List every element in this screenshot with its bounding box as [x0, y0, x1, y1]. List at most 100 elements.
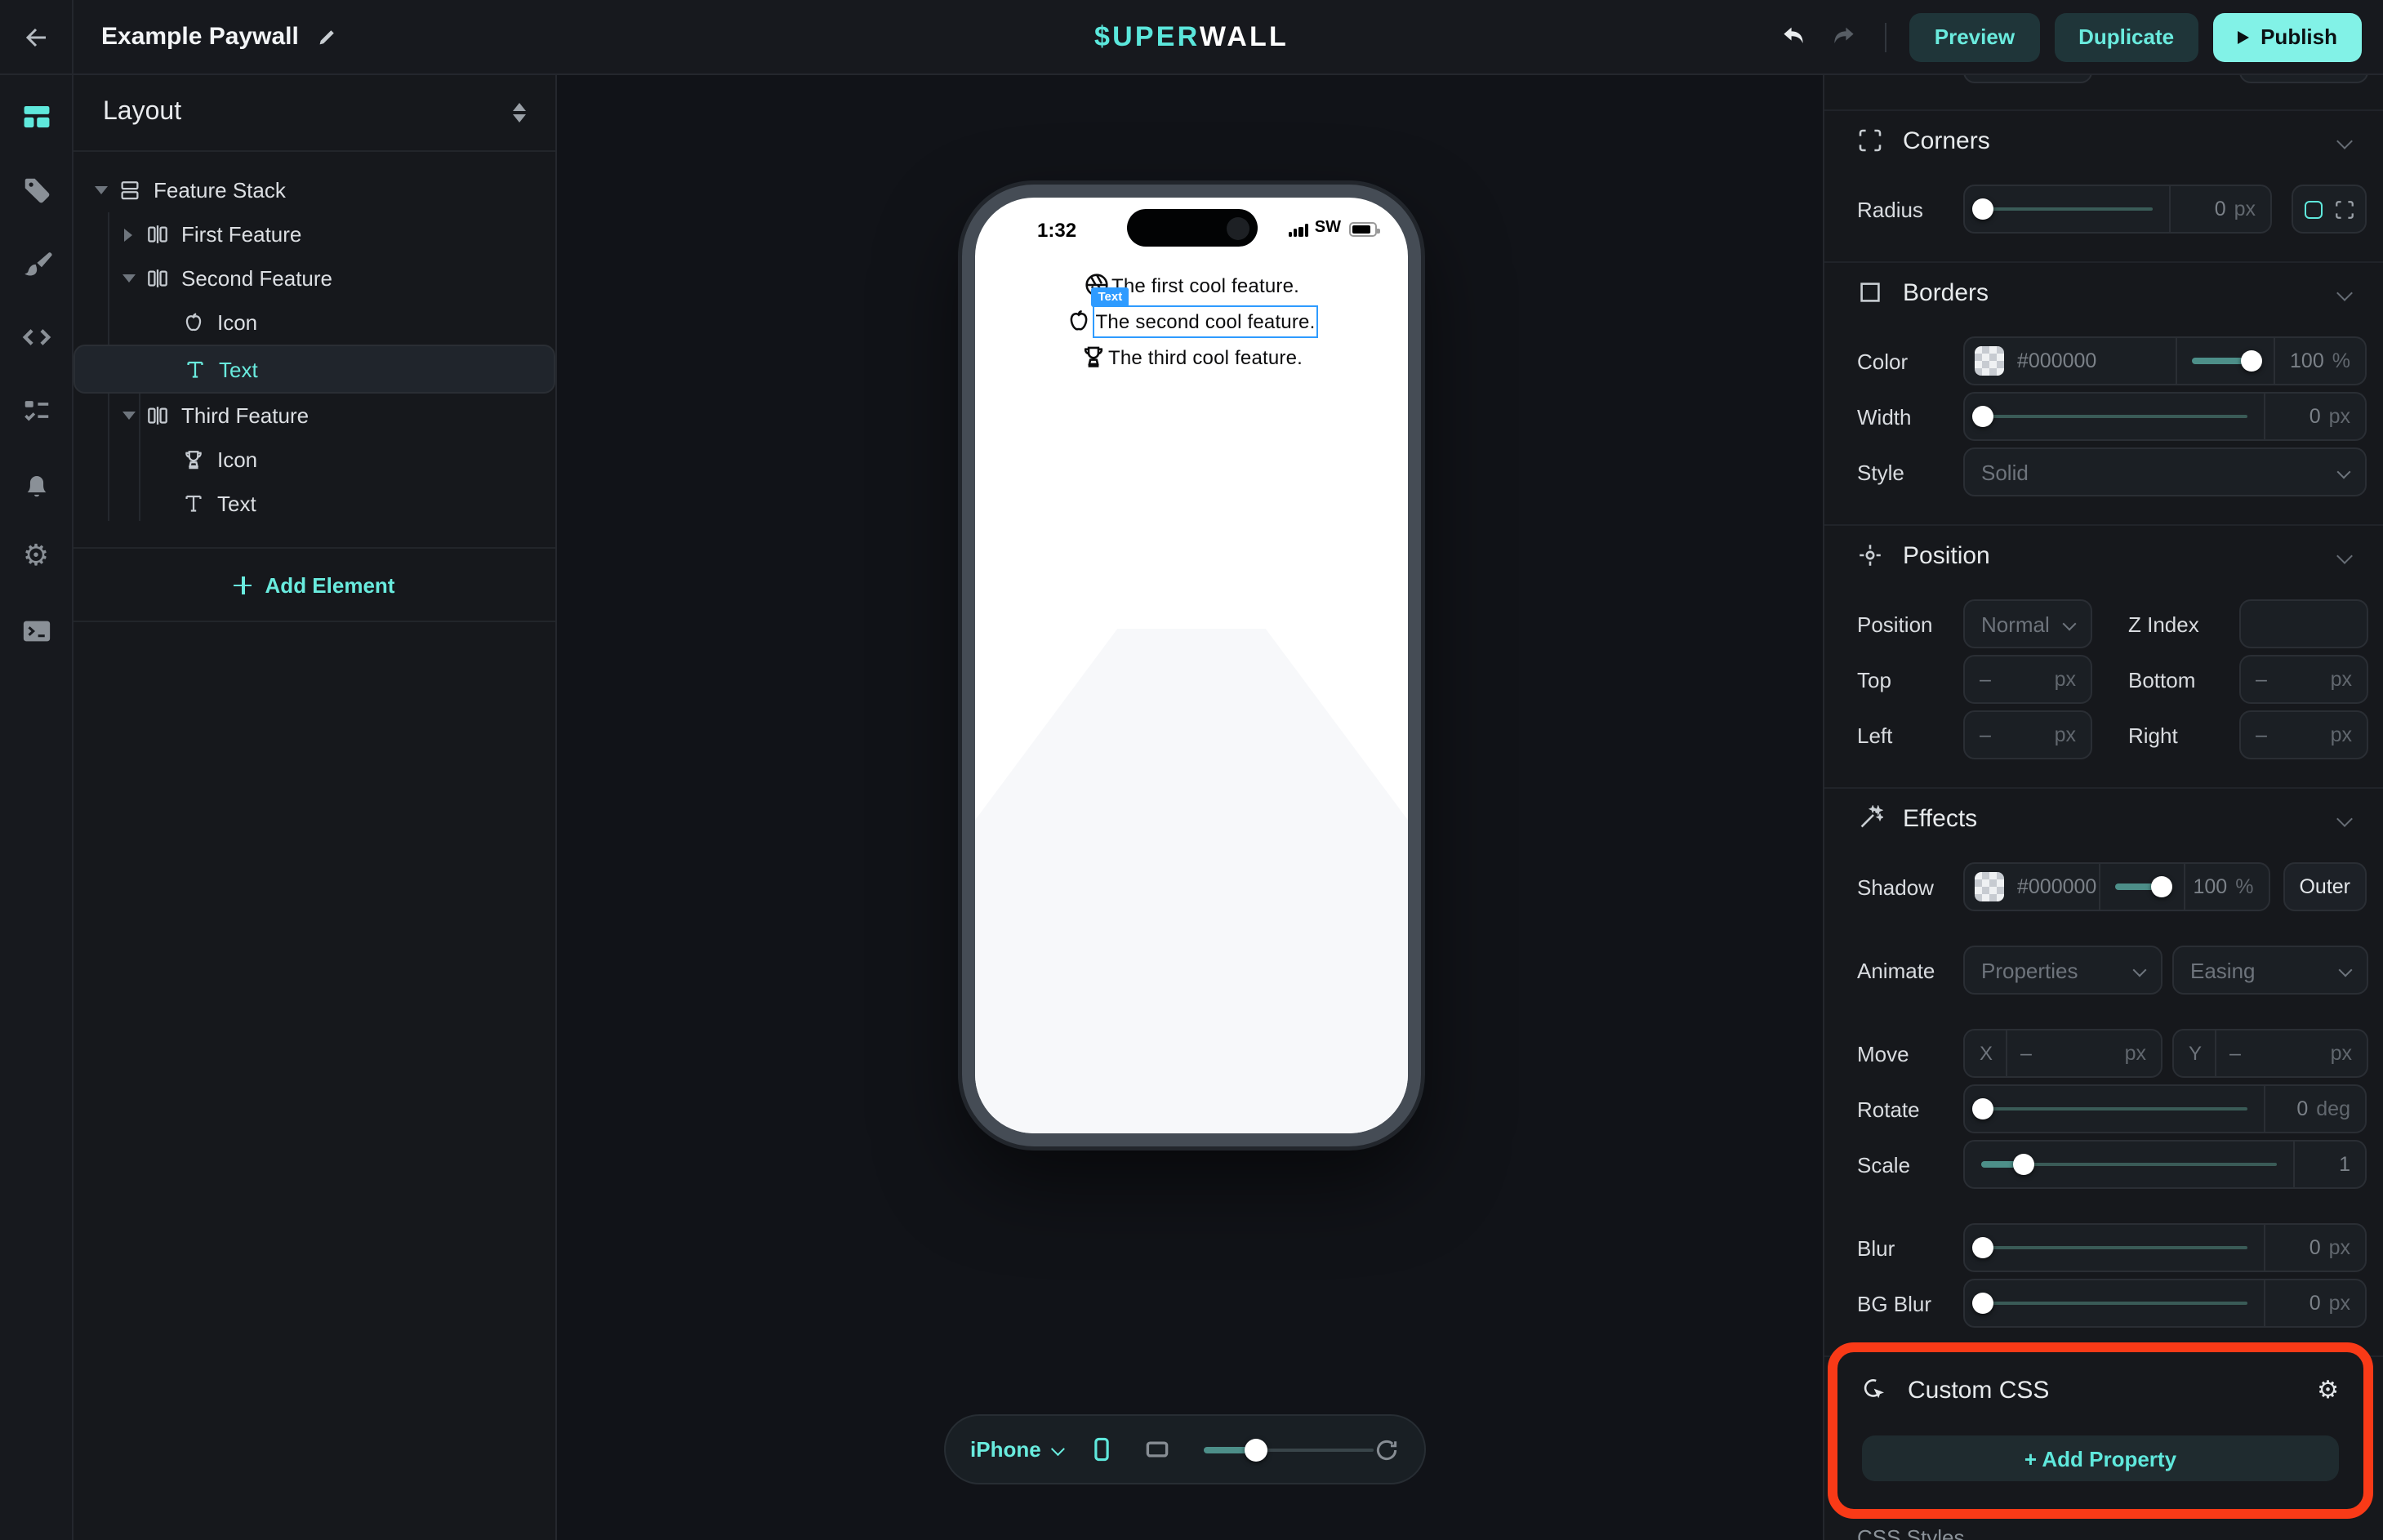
border-width-slider[interactable] [1965, 394, 2264, 439]
zindex-input[interactable] [2239, 599, 2368, 648]
border-opacity-value[interactable]: 100% [2274, 338, 2365, 384]
layer-row-third-feature[interactable]: Third Feature [73, 394, 555, 438]
slider-knob[interactable] [1972, 198, 1993, 220]
add-element-button[interactable]: Add Element [73, 547, 555, 622]
sidebar-item-console[interactable] [20, 614, 52, 647]
slider-knob[interactable] [2013, 1154, 2034, 1175]
sort-layers-button[interactable] [513, 103, 526, 123]
layer-row-icon[interactable]: Icon [73, 300, 555, 345]
corners-header[interactable]: Corners [1857, 124, 2367, 157]
edit-title-button[interactable] [317, 26, 338, 47]
layer-row-text-selected[interactable]: Text [73, 345, 555, 394]
layer-row-second-feature[interactable]: Second Feature [73, 256, 555, 300]
duplicate-button[interactable]: Duplicate [2054, 12, 2198, 61]
sidebar-item-code[interactable] [20, 320, 52, 353]
feature-row[interactable]: Text The second cool feature. [1065, 307, 1319, 335]
radius-slider[interactable] [1965, 186, 2169, 232]
border-color-control[interactable]: #000000 100% [1963, 336, 2367, 385]
blur-value[interactable]: 0px [2264, 1225, 2365, 1271]
custom-css-header[interactable]: Custom CSS ⚙ [1862, 1373, 2339, 1406]
collapse-icon[interactable] [2336, 810, 2353, 826]
slider-knob[interactable] [1972, 1237, 1993, 1258]
partial-input[interactable] [1963, 75, 2092, 83]
expander[interactable] [90, 186, 111, 194]
shadow-mode-button[interactable]: Outer [2283, 862, 2367, 911]
bg-blur-control[interactable]: 0px [1963, 1279, 2367, 1328]
shadow-hex-field[interactable]: #000000 [2017, 864, 2098, 910]
feature-row[interactable]: The third cool feature. [1080, 343, 1303, 371]
move-x-input[interactable]: X–px [1963, 1029, 2163, 1078]
scale-control[interactable]: 1 [1963, 1140, 2367, 1189]
left-input[interactable]: –px [1963, 710, 2092, 759]
sidebar-item-styling[interactable] [20, 247, 52, 279]
border-width-control[interactable]: 0px [1963, 392, 2367, 441]
device-select[interactable]: iPhone [970, 1437, 1062, 1462]
animate-properties-select[interactable]: Properties [1963, 946, 2163, 995]
slider-knob[interactable] [2150, 876, 2171, 897]
expander[interactable] [118, 412, 139, 420]
shadow-opacity-value[interactable]: 100% [2183, 864, 2268, 910]
bottom-input[interactable]: –px [2239, 655, 2368, 704]
shadow-control[interactable]: #000000 100% [1963, 862, 2269, 911]
selected-text-element[interactable]: Text The second cool feature. [1093, 305, 1319, 337]
layer-row-icon[interactable]: Icon [73, 438, 555, 482]
undo-button[interactable] [1776, 19, 1812, 55]
bg-blur-slider[interactable] [1965, 1280, 2264, 1326]
desktop-view-button[interactable] [1143, 1437, 1174, 1462]
rotate-value[interactable]: 0deg [2264, 1086, 2365, 1132]
sidebar-item-notifications[interactable] [20, 467, 52, 500]
scale-slider[interactable] [1965, 1142, 2293, 1187]
sidebar-item-checklist[interactable] [20, 394, 52, 426]
sidebar-item-layout[interactable] [20, 100, 52, 132]
refresh-button[interactable] [1374, 1436, 1400, 1462]
rotate-control[interactable]: 0deg [1963, 1084, 2367, 1133]
preview-button[interactable]: Preview [1910, 12, 2039, 61]
border-opacity-slider[interactable] [2176, 338, 2274, 384]
slider-knob[interactable] [1972, 1098, 1993, 1119]
zoom-slider[interactable] [1205, 1438, 1374, 1461]
collapse-icon[interactable] [2336, 284, 2353, 300]
radius-slider-control[interactable]: 0px [1963, 185, 2272, 234]
right-input[interactable]: –px [2239, 710, 2368, 759]
rotate-slider[interactable] [1965, 1086, 2264, 1132]
sidebar-item-settings[interactable]: ⚙ [20, 541, 52, 573]
position-mode-select[interactable]: Normal [1963, 599, 2092, 648]
layer-row-text[interactable]: Text [73, 482, 555, 526]
color-swatch[interactable] [1975, 872, 2004, 901]
redo-button[interactable] [1827, 19, 1863, 55]
slider-knob[interactable] [1245, 1438, 1268, 1461]
position-header[interactable]: Position [1857, 539, 2367, 572]
layer-row-first-feature[interactable]: First Feature [73, 212, 555, 256]
expander[interactable] [118, 228, 139, 241]
phone-screen[interactable]: 1:32 SW The first cool feature. Text The… [975, 198, 1408, 1133]
slider-knob[interactable] [1972, 406, 1993, 427]
scale-value[interactable]: 1 [2293, 1142, 2365, 1187]
css-settings-button[interactable]: ⚙ [2317, 1378, 2339, 1402]
slider-knob[interactable] [1972, 1293, 1993, 1314]
back-button[interactable] [0, 0, 73, 73]
collapse-icon[interactable] [2336, 547, 2353, 563]
animate-easing-select[interactable]: Easing [2172, 946, 2368, 995]
slider-knob[interactable] [2241, 350, 2262, 372]
bg-blur-value[interactable]: 0px [2264, 1280, 2365, 1326]
publish-button[interactable]: Publish [2213, 12, 2362, 61]
borders-header[interactable]: Borders [1857, 276, 2367, 309]
color-swatch[interactable] [1975, 346, 2004, 376]
add-property-button[interactable]: + Add Property [1862, 1435, 2339, 1481]
partial-input[interactable] [2239, 75, 2368, 83]
expander[interactable] [118, 274, 139, 283]
blur-control[interactable]: 0px [1963, 1223, 2367, 1272]
effects-header[interactable]: Effects [1857, 802, 2367, 835]
radius-value[interactable]: 0px [2169, 186, 2270, 232]
layer-row-feature-stack[interactable]: Feature Stack [73, 168, 555, 212]
border-width-value[interactable]: 0px [2264, 394, 2365, 439]
top-input[interactable]: –px [1963, 655, 2092, 704]
border-style-select[interactable]: Solid [1963, 447, 2367, 496]
blur-slider[interactable] [1965, 1225, 2264, 1271]
sidebar-item-products[interactable] [20, 173, 52, 206]
radius-mode-toggle[interactable] [2292, 185, 2367, 234]
collapse-icon[interactable] [2336, 132, 2353, 149]
color-hex-field[interactable]: #000000 [2017, 338, 2176, 384]
phone-view-button[interactable] [1090, 1435, 1115, 1463]
shadow-opacity-slider[interactable] [2098, 864, 2183, 910]
